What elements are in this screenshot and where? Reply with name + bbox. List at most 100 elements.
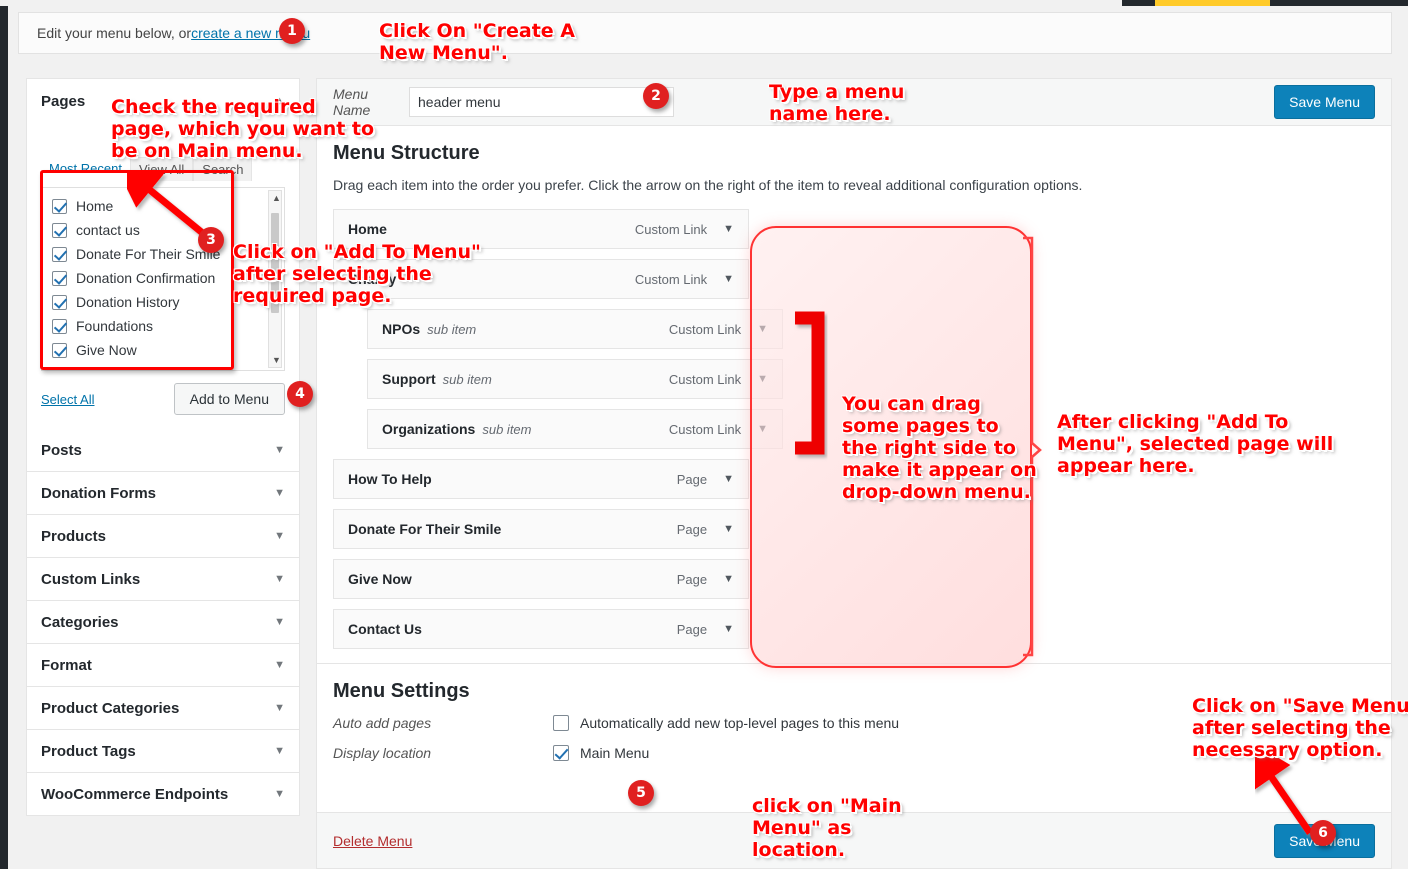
pages-panel-header[interactable]: Pages ▲ [27,79,299,123]
chevron-down-icon[interactable]: ▼ [723,273,734,285]
chevron-down-icon[interactable]: ▼ [274,573,285,585]
sidebar-accordion-categories[interactable]: Categories ▼ [26,601,300,644]
pages-tab-most-recent[interactable]: Most Recent [41,157,130,181]
page-label: How To Help [76,366,155,370]
page-checkbox[interactable] [52,222,67,238]
scroll-up-icon[interactable]: ▲ [272,193,281,203]
menu-item-type: Page [676,571,708,587]
delete-menu-link[interactable]: Delete Menu [333,833,412,849]
page-checkbox-row[interactable]: Foundations [52,314,280,338]
chevron-down-icon[interactable]: ▼ [274,444,285,456]
menu-item-row[interactable]: NPOs sub item Custom Link ▼ [367,309,783,349]
pages-panel-body: Most Recent View All Search Home contact us… [27,123,299,429]
page-checkbox[interactable] [52,270,67,286]
page-checkbox-row[interactable]: Donation Confirmation [52,266,280,290]
pages-tab-view-all[interactable]: View All [129,157,194,181]
chevron-down-icon[interactable]: ▼ [274,659,285,671]
menu-settings-section: Menu Settings Auto add pages Automatical… [317,663,1391,791]
pages-checkbox-list[interactable]: Home contact us Donate For Their Smile Dona… [41,187,285,371]
page-checkbox[interactable] [52,366,67,370]
page-label: Donate For Their Smile [76,246,221,262]
sidebar-accordions: Posts ▼ Donation Forms ▼ Products ▼ Custom Lin… [26,429,300,816]
chevron-down-icon[interactable]: ▼ [723,573,734,585]
create-new-menu-link[interactable]: create a new menu [191,25,310,41]
page-checkbox-row[interactable]: Donation History [52,290,280,314]
menu-item-type: Custom Link [668,321,742,337]
sidebar-accordion-product-categories[interactable]: Product Categories ▼ [26,687,300,730]
page-checkbox[interactable] [52,246,67,262]
scroll-down-icon[interactable]: ▼ [272,355,281,365]
menu-structure-section: Menu Structure Drag each item into the o… [317,126,1391,649]
menu-item-label: Contact Us [348,621,422,637]
page-checkbox-row[interactable]: Donate For Their Smile [52,242,280,266]
menu-item-row[interactable]: Home Custom Link ▼ [333,209,749,249]
menu-item-row[interactable]: Contact Us Page ▼ [333,609,749,649]
page-checkbox[interactable] [52,198,67,214]
menu-structure-hint: Drag each item into the order you prefer… [333,177,1083,193]
pages-panel-title: Pages [41,92,86,110]
main-menu-location-checkbox[interactable] [553,745,569,761]
pages-tab-search[interactable]: Search [193,157,253,181]
chevron-down-icon[interactable]: ▼ [723,623,734,635]
menu-item-row[interactable]: Support sub item Custom Link ▼ [367,359,783,399]
chevron-down-icon[interactable]: ▼ [757,323,768,335]
page-checkbox-row[interactable]: Give Now [52,338,280,362]
chevron-down-icon[interactable]: ▼ [723,473,734,485]
menu-item-row[interactable]: Donate For Their Smile Page ▼ [333,509,749,549]
auto-add-pages-text: Automatically add new top-level pages to… [580,715,900,731]
chevron-down-icon[interactable]: ▼ [274,745,285,757]
page-checkbox-row[interactable]: Home [52,194,280,218]
menu-item-row[interactable]: Charity Custom Link ▼ [333,259,749,299]
menu-item-type: Page [676,621,708,637]
save-menu-button-bottom[interactable]: Save Menu [1274,823,1375,858]
menu-item-sub-badge: sub item [427,321,477,337]
page-checkbox-row[interactable]: contact us [52,218,280,242]
chevron-down-icon[interactable]: ▼ [274,702,285,714]
menu-item-label: Donate For Their Smile [348,521,502,537]
chevron-down-icon[interactable]: ▼ [723,523,734,535]
page-checkbox-row[interactable]: How To Help [52,362,280,370]
menu-name-row: Menu Name Save Menu [317,79,1391,126]
page-label: Donation Confirmation [76,270,216,286]
page-checkbox[interactable] [52,294,67,310]
sidebar-accordion-woocommerce-endpoints[interactable]: WooCommerce Endpoints ▼ [26,773,300,816]
menu-item-label: Organizations [382,421,476,437]
chevron-down-icon[interactable]: ▼ [274,788,285,800]
menu-item-row[interactable]: Give Now Page ▼ [333,559,749,599]
chevron-down-icon[interactable]: ▼ [274,616,285,628]
menu-item-row[interactable]: Organizations sub item Custom Link ▼ [367,409,783,449]
select-all-link[interactable]: Select All [41,392,94,407]
chevron-down-icon[interactable]: ▼ [274,487,285,499]
display-location-label: Display location [333,745,432,761]
menu-item-label: Support [382,371,436,387]
sidebar-accordion-custom-links[interactable]: Custom Links ▼ [26,558,300,601]
menu-item-label: Home [348,221,387,237]
page-label: Foundations [76,318,154,334]
sidebar-accordion-products[interactable]: Products ▼ [26,515,300,558]
menu-item-label: Give Now [348,571,412,587]
menu-item-sub-badge: sub item [482,421,532,437]
menu-item-row[interactable]: How To Help Page ▼ [333,459,749,499]
page-checkbox[interactable] [52,342,67,358]
menu-editor-panel: Menu Name Save Menu Menu Structure Drag … [316,78,1392,869]
main-menu-location-text: Main Menu [580,745,650,761]
sidebar-accordion-product-tags[interactable]: Product Tags ▼ [26,730,300,773]
menu-name-input[interactable] [409,87,674,117]
chevron-down-icon[interactable]: ▼ [757,423,768,435]
add-to-menu-button[interactable]: Add to Menu [173,383,285,415]
chevron-down-icon[interactable]: ▼ [274,530,285,542]
save-menu-button-top[interactable]: Save Menu [1274,85,1375,119]
add-menu-items-sidebar: Pages ▲ Most Recent View All Search Home co… [26,78,300,816]
scrollbar-thumb[interactable] [271,213,279,313]
menu-item-label: How To Help [348,471,432,487]
pages-list-scrollbar[interactable]: ▲ ▼ [268,190,282,368]
auto-add-pages-checkbox[interactable] [553,715,569,731]
chevron-down-icon[interactable]: ▼ [757,373,768,385]
page-checkbox[interactable] [52,318,67,334]
chevron-up-icon[interactable]: ▲ [274,95,285,107]
accordion-label: Product Tags [41,742,136,760]
sidebar-accordion-posts[interactable]: Posts ▼ [26,429,300,472]
sidebar-accordion-format[interactable]: Format ▼ [26,644,300,687]
chevron-down-icon[interactable]: ▼ [723,223,734,235]
sidebar-accordion-donation-forms[interactable]: Donation Forms ▼ [26,472,300,515]
